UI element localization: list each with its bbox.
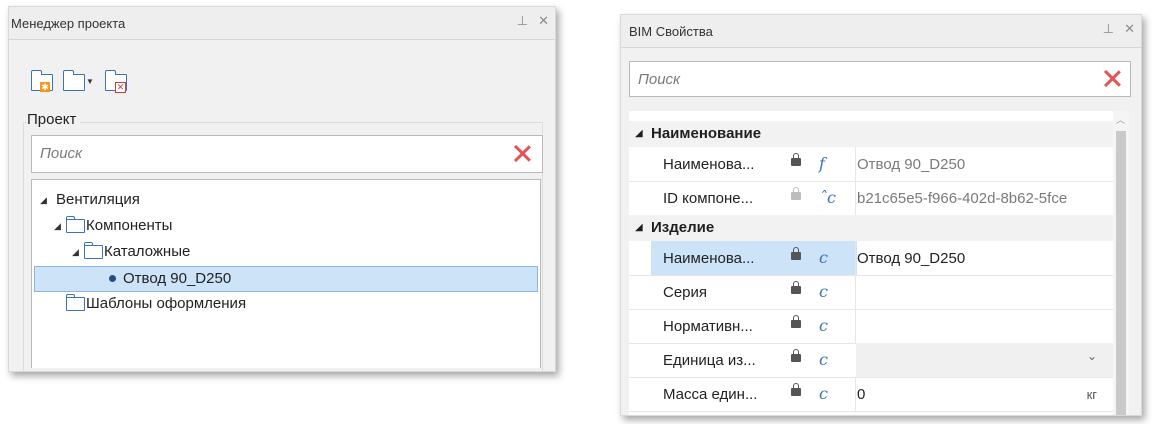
property-name: Наименова... (663, 250, 755, 267)
tree-item-label: Шаблоны оформления (86, 295, 247, 312)
unit-dropdown[interactable]: ⌄ (856, 343, 1113, 377)
property-name: Единица из... (663, 352, 756, 369)
property-row[interactable]: ID компоне... ˆc b21c65e5-f966-402d-8b62… (629, 181, 1113, 216)
category-label: Наименование (651, 125, 762, 142)
expand-arrow-icon[interactable]: ◢ (54, 214, 61, 238)
bullet-icon (109, 275, 116, 282)
expand-arrow-icon[interactable]: ◢ (40, 188, 47, 212)
tree-item-elbow[interactable]: Отвод 90_D250 (34, 266, 538, 292)
scrollbar-thumb[interactable] (1116, 131, 1126, 415)
tree-item-label: Отвод 90_D250 (123, 270, 232, 287)
property-row[interactable]: Серия c (629, 275, 1113, 310)
clear-search-icon[interactable] (1102, 68, 1122, 88)
search-input[interactable] (38, 144, 476, 163)
lock-icon (791, 281, 801, 294)
close-icon[interactable]: ✕ (538, 13, 549, 29)
property-row[interactable]: ⌄ Единица из... c (629, 343, 1113, 378)
column-separator (855, 275, 856, 309)
category-label: Изделие (651, 219, 715, 236)
chevron-down-icon[interactable]: ▼ (86, 77, 94, 86)
folder-icon (65, 216, 85, 233)
folder-icon (65, 294, 85, 311)
panel-controls: ⊥ ✕ (517, 13, 549, 29)
chevron-down-icon[interactable]: ⌄ (1087, 349, 1097, 363)
close-project-button[interactable]: ✕ (103, 69, 131, 95)
column-separator (855, 147, 856, 181)
property-row[interactable]: Нормативн... c (629, 309, 1113, 344)
constant-icon: ˆc (819, 188, 836, 207)
column-separator (855, 241, 856, 275)
pin-icon[interactable]: ⊥ (517, 13, 528, 29)
new-project-button[interactable]: ✱ (29, 69, 57, 95)
tree-item-components[interactable]: ◢ Компоненты (32, 214, 540, 238)
tree-item-label: Вентиляция (56, 191, 140, 208)
lock-icon (791, 383, 801, 396)
lock-icon (791, 187, 801, 200)
property-row[interactable]: Наименова... c Отвод 90_D250 (629, 241, 1113, 276)
category-header-product[interactable]: ◢ Изделие (629, 215, 1113, 241)
project-tree: ◢ Вентиляция ◢ Компоненты ◢ Каталожные О… (31, 179, 541, 368)
panel-title: Менеджер проекта (11, 16, 126, 31)
category-header-name[interactable]: ◢ Наименование (629, 121, 1113, 147)
tree-item-templates[interactable]: Шаблоны оформления (32, 292, 540, 316)
star-badge-icon: ✱ (40, 82, 50, 92)
search-box (629, 61, 1131, 97)
tree-item-label: Каталожные (104, 243, 191, 260)
constant-icon: c (819, 282, 828, 301)
clear-search-icon[interactable] (512, 143, 532, 163)
constant-icon: c (819, 248, 828, 267)
lock-icon (791, 153, 801, 166)
property-value: b21c65e5-f966-402d-8b62-5fce (857, 190, 1068, 207)
column-separator (855, 181, 856, 215)
panel-header: BIM Свойства ⊥ ✕ (621, 15, 1141, 48)
bim-properties-panel: BIM Свойства ⊥ ✕ ◢ Наименование Наименов… (620, 14, 1142, 416)
folder-icon (83, 242, 103, 259)
property-value: Отвод 90_D250 (857, 156, 966, 173)
tree-item-ventilation[interactable]: ◢ Вентиляция (32, 188, 540, 212)
panel-title: BIM Свойства (629, 24, 713, 39)
column-separator (855, 309, 856, 343)
column-separator (855, 377, 856, 411)
formula-icon: f (819, 154, 825, 173)
panel-controls: ⊥ ✕ (1103, 21, 1135, 37)
open-project-button[interactable]: ▼ (61, 69, 99, 95)
close-icon[interactable]: ✕ (1124, 21, 1135, 37)
lock-icon (791, 247, 801, 260)
search-box (31, 135, 543, 173)
property-name: Серия (663, 284, 708, 301)
toolbar: ✱ ▼ ✕ (29, 69, 131, 95)
project-manager-panel: Менеджер проекта ⊥ ✕ ✱ ▼ ✕ Проект ◢ Вент… (8, 6, 556, 372)
property-row[interactable]: Наименова... f Отвод 90_D250 (629, 147, 1113, 182)
property-name: Наименова... (663, 156, 755, 173)
constant-icon: c (819, 384, 828, 403)
open-folder-icon (62, 70, 85, 91)
property-name: ID компоне... (663, 190, 754, 207)
delete-badge-icon: ✕ (115, 82, 126, 93)
lock-icon (791, 349, 801, 362)
search-input[interactable] (636, 70, 1065, 89)
property-row[interactable]: Масса един... c 0 кг (629, 377, 1113, 412)
collapse-arrow-icon[interactable]: ◢ (635, 121, 643, 147)
collapse-arrow-icon[interactable]: ◢ (635, 215, 643, 241)
property-value-field[interactable]: 0 (857, 386, 1109, 403)
scroll-up-icon[interactable]: ︿ (1116, 113, 1125, 126)
tree-item-catalog[interactable]: ◢ Каталожные (32, 240, 540, 264)
lock-icon (791, 315, 801, 328)
panel-header: Менеджер проекта ⊥ ✕ (9, 7, 555, 40)
vertical-scrollbar[interactable]: ︿ (1113, 111, 1129, 415)
constant-icon: c (819, 350, 828, 369)
group-label: Проект (27, 111, 81, 128)
property-grid: ◢ Наименование Наименова... f Отвод 90_D… (629, 111, 1129, 415)
property-name: Масса един... (663, 386, 758, 403)
property-value-field[interactable]: Отвод 90_D250 (857, 250, 1109, 267)
expand-arrow-icon[interactable]: ◢ (72, 240, 79, 264)
constant-icon: c (819, 316, 828, 335)
pin-icon[interactable]: ⊥ (1103, 21, 1114, 37)
tree-item-label: Компоненты (86, 217, 173, 234)
unit-label: кг (1086, 387, 1097, 402)
property-name: Нормативн... (663, 318, 753, 335)
